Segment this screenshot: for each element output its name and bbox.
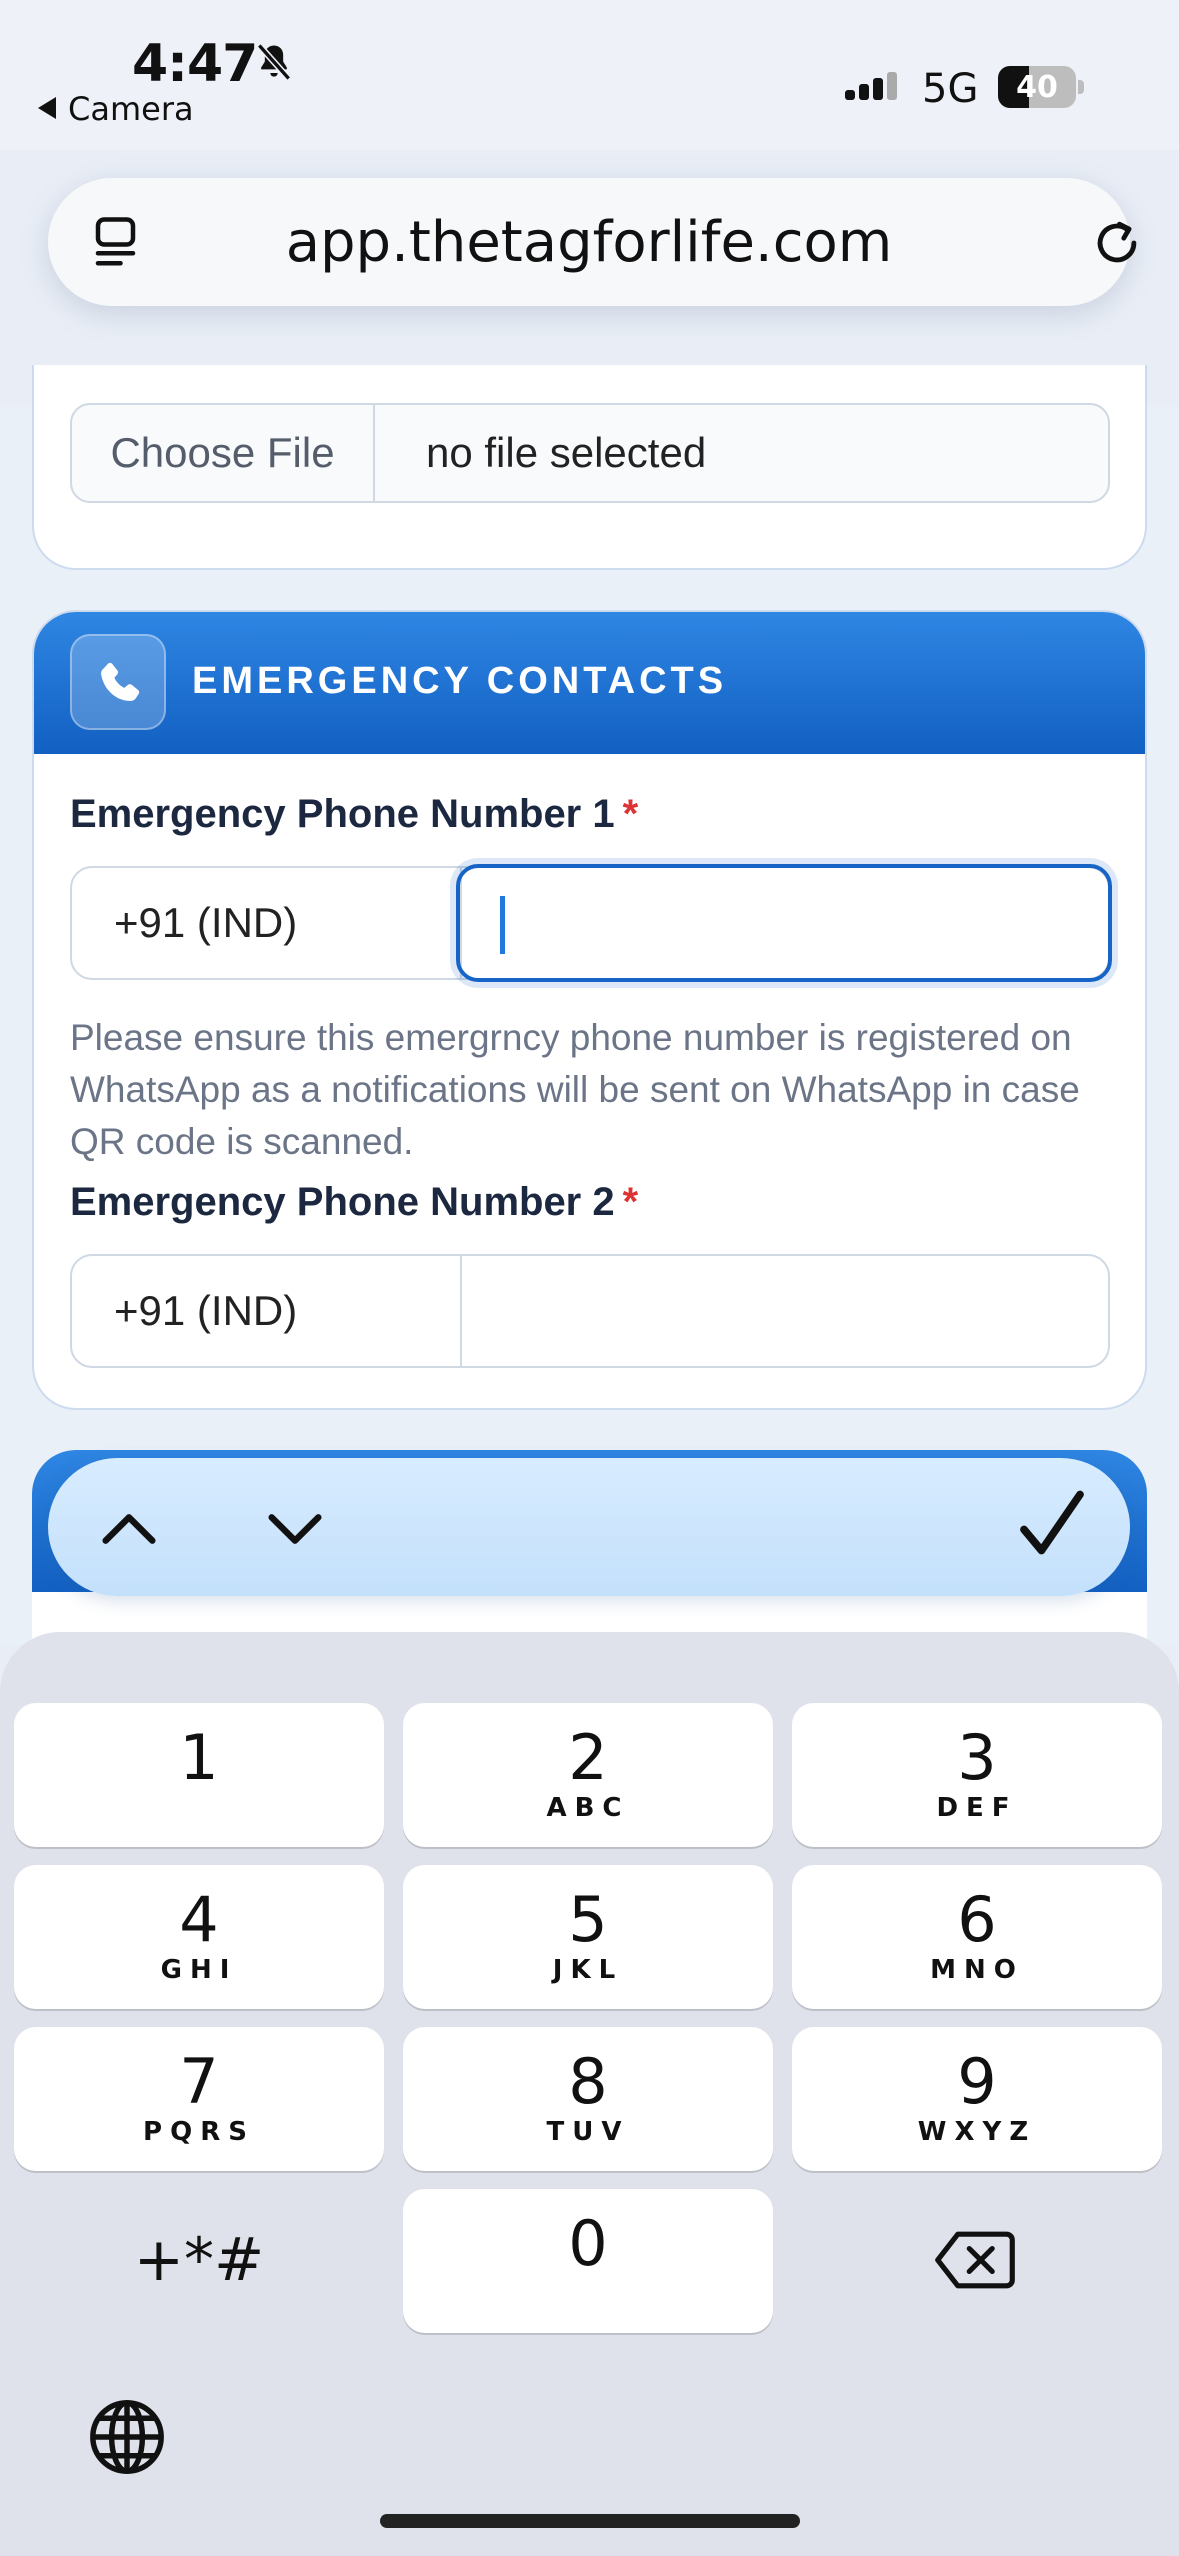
required-marker: * (622, 792, 639, 836)
reload-icon[interactable] (1088, 214, 1146, 272)
back-to-camera-link[interactable]: Camera (38, 90, 194, 128)
key-letters: WXYZ (917, 2117, 1037, 2147)
phone2-country-select[interactable]: +91 (IND) (72, 1256, 462, 1366)
phone2-row: +91 (IND) (70, 1254, 1110, 1368)
key-digit: 1 (179, 1721, 219, 1794)
phone2-input[interactable] (462, 1256, 1108, 1366)
key-0[interactable]: 0 (403, 2189, 773, 2333)
globe-icon[interactable] (86, 2396, 168, 2478)
phone2-label: Emergency Phone Number 2 * (70, 1180, 638, 1225)
emergency-contacts-card: EMERGENCY CONTACTS Emergency Phone Numbe… (32, 610, 1147, 1410)
key-digit: 5 (568, 1883, 608, 1956)
key-digit: 2 (568, 1721, 608, 1794)
form-accessory-bar (48, 1458, 1130, 1596)
phone1-row: +91 (IND) (70, 864, 1112, 982)
key-7[interactable]: 7 PQRS (14, 2027, 384, 2171)
home-indicator[interactable] (380, 2514, 800, 2528)
address-bar[interactable]: app.thetagforlife.com (48, 178, 1137, 306)
key-letters: JKL (552, 1955, 624, 1985)
file-input[interactable]: Choose File no file selected (70, 403, 1110, 503)
url-text[interactable]: app.thetagforlife.com (48, 210, 1130, 275)
key-letters: DEF (936, 1793, 1018, 1823)
phone1-input[interactable] (456, 864, 1112, 982)
bell-slash-icon (256, 43, 292, 81)
file-status-text: no file selected (426, 429, 707, 476)
battery-icon: 40 (998, 66, 1076, 108)
key-digit: 3 (957, 1721, 997, 1794)
key-letters: MNO (930, 1955, 1024, 1985)
key-6[interactable]: 6 MNO (792, 1865, 1162, 2009)
key-digit: 9 (957, 2045, 997, 2118)
phone1-label: Emergency Phone Number 1 * (70, 792, 638, 837)
key-1[interactable]: 1 (14, 1703, 384, 1847)
key-5[interactable]: 5 JKL (403, 1865, 773, 2009)
key-4[interactable]: 4 GHI (14, 1865, 384, 2009)
text-caret (500, 896, 505, 954)
key-digit: 7 (179, 2045, 219, 2118)
symbols-label: +*# (133, 2225, 265, 2295)
battery-percent: 40 (1016, 70, 1058, 105)
chevron-down-icon[interactable] (260, 1494, 330, 1564)
chevron-up-icon[interactable] (94, 1494, 164, 1564)
back-label: Camera (68, 90, 194, 128)
key-letters: PQRS (143, 2117, 255, 2147)
key-digit: 6 (957, 1883, 997, 1956)
network-type: 5G (922, 66, 979, 112)
key-letters: TUV (546, 2117, 630, 2147)
key-3[interactable]: 3 DEF (792, 1703, 1162, 1847)
key-letters: ABC (546, 1793, 630, 1823)
status-bar: 4:47 Camera 5G 40 (0, 0, 1179, 150)
key-9[interactable]: 9 WXYZ (792, 2027, 1162, 2171)
backspace-key[interactable] (792, 2189, 1162, 2333)
cellular-signal-icon (845, 72, 897, 100)
phone1-label-text: Emergency Phone Number 1 (70, 792, 615, 836)
backspace-icon (935, 2231, 1015, 2289)
upload-card: Choose File no file selected (32, 365, 1147, 570)
clock: 4:47 (132, 34, 258, 94)
choose-file-button[interactable]: Choose File (72, 405, 375, 501)
symbols-key[interactable]: +*# (14, 2189, 384, 2333)
phone2-label-text: Emergency Phone Number 2 (70, 1180, 615, 1224)
emergency-contacts-header: EMERGENCY CONTACTS (34, 612, 1145, 754)
phone1-country-select[interactable]: +91 (IND) (72, 868, 462, 978)
battery-nub (1078, 80, 1084, 94)
section-title: EMERGENCY CONTACTS (192, 660, 728, 702)
key-digit: 0 (568, 2207, 608, 2280)
key-2[interactable]: 2 ABC (403, 1703, 773, 1847)
key-letters: GHI (160, 1955, 238, 1985)
back-triangle-icon (38, 97, 56, 119)
key-8[interactable]: 8 TUV (403, 2027, 773, 2171)
phone-badge (70, 634, 166, 730)
required-marker: * (622, 1180, 639, 1224)
checkmark-icon[interactable] (1010, 1484, 1094, 1568)
phone-icon (101, 662, 140, 701)
phone1-hint: Please ensure this emergrncy phone numbe… (70, 1017, 1080, 1162)
key-digit: 8 (568, 2045, 608, 2118)
key-digit: 4 (179, 1883, 219, 1956)
